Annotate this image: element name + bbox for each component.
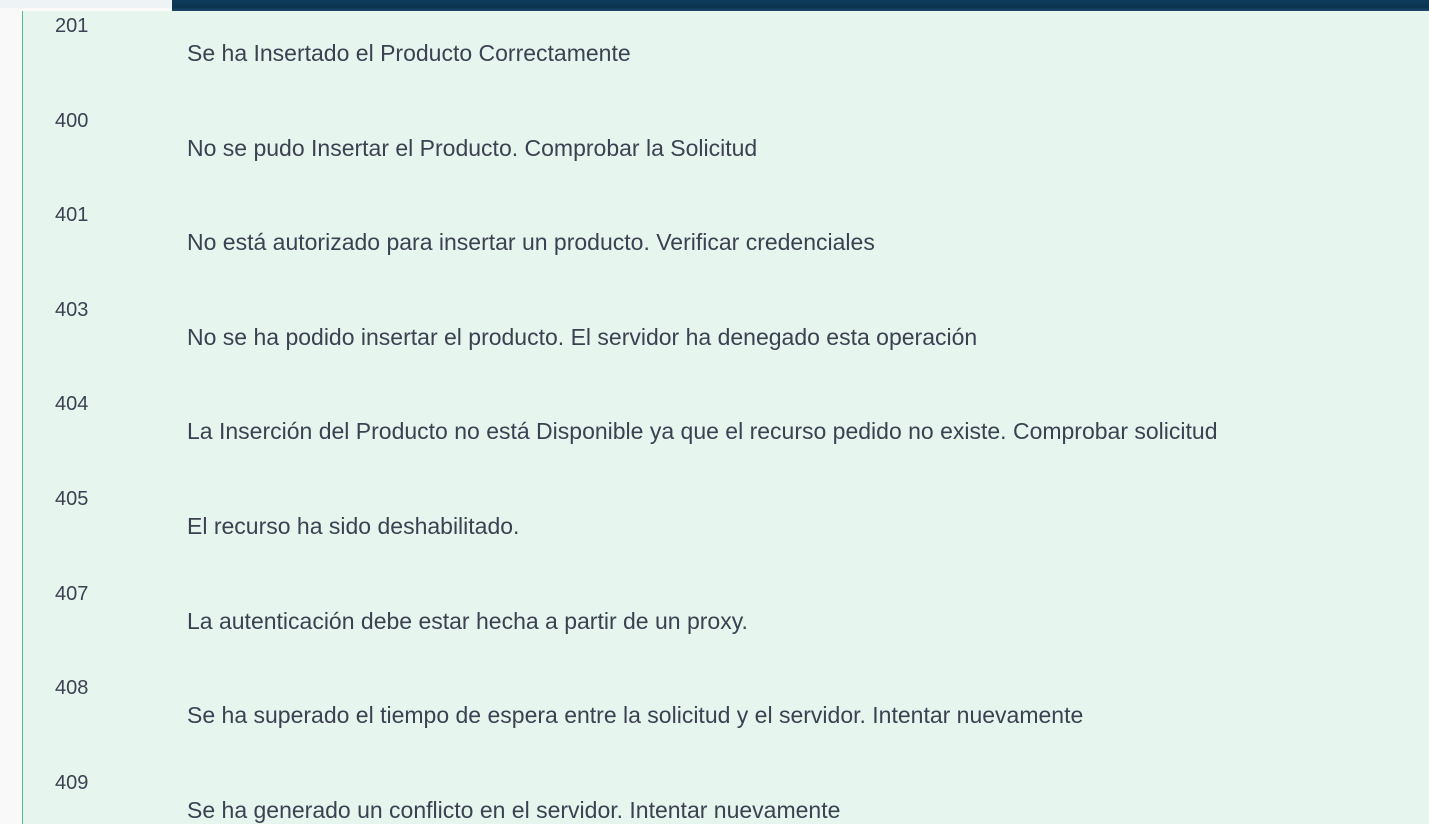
response-description: La Inserción del Producto no está Dispon… (187, 418, 1218, 445)
response-code: 407 (55, 582, 89, 605)
response-row-404: 404 La Inserción del Producto no está Di… (23, 389, 1429, 484)
top-header-bar (172, 0, 1429, 11)
page: 201 Se ha Insertado el Producto Correcta… (0, 0, 1429, 824)
response-code: 404 (55, 393, 89, 416)
response-description: Se ha superado el tiempo de espera entre… (187, 702, 1084, 729)
response-description: Se ha generado un conflicto en el servid… (187, 796, 841, 823)
response-row-401: 401 No está autorizado para insertar un … (23, 200, 1429, 295)
response-description: No está autorizado para insertar un prod… (187, 229, 875, 256)
response-row-201: 201 Se ha Insertado el Producto Correcta… (23, 11, 1429, 106)
response-row-405: 405 El recurso ha sido deshabilitado. (23, 484, 1429, 579)
response-code: 409 (55, 771, 89, 794)
response-description: No se ha podido insertar el producto. El… (187, 323, 978, 350)
response-row-409: 409 Se ha generado un conflicto en el se… (23, 768, 1429, 824)
response-row-403: 403 No se ha podido insertar el producto… (23, 295, 1429, 390)
response-row-408: 408 Se ha superado el tiempo de espera e… (23, 673, 1429, 768)
response-description: Se ha Insertado el Producto Correctament… (187, 40, 631, 66)
response-code: 408 (55, 677, 89, 700)
response-code: 403 (55, 298, 89, 321)
response-code: 405 (55, 487, 89, 510)
response-description: El recurso ha sido deshabilitado. (187, 512, 520, 539)
responses-table: 201 Se ha Insertado el Producto Correcta… (23, 11, 1429, 824)
response-description: La autenticación debe estar hecha a part… (187, 607, 748, 634)
response-code: 201 (55, 15, 89, 37)
response-row-400: 400 No se pudo Insertar el Producto. Com… (23, 106, 1429, 201)
responses-panel: 201 Se ha Insertado el Producto Correcta… (22, 11, 1429, 824)
top-strip-left (0, 0, 172, 8)
response-code: 401 (55, 204, 89, 227)
response-code: 400 (55, 109, 89, 132)
left-gutter (0, 8, 22, 824)
response-row-407: 407 La autenticación debe estar hecha a … (23, 579, 1429, 674)
response-description: No se pudo Insertar el Producto. Comprob… (187, 134, 758, 161)
